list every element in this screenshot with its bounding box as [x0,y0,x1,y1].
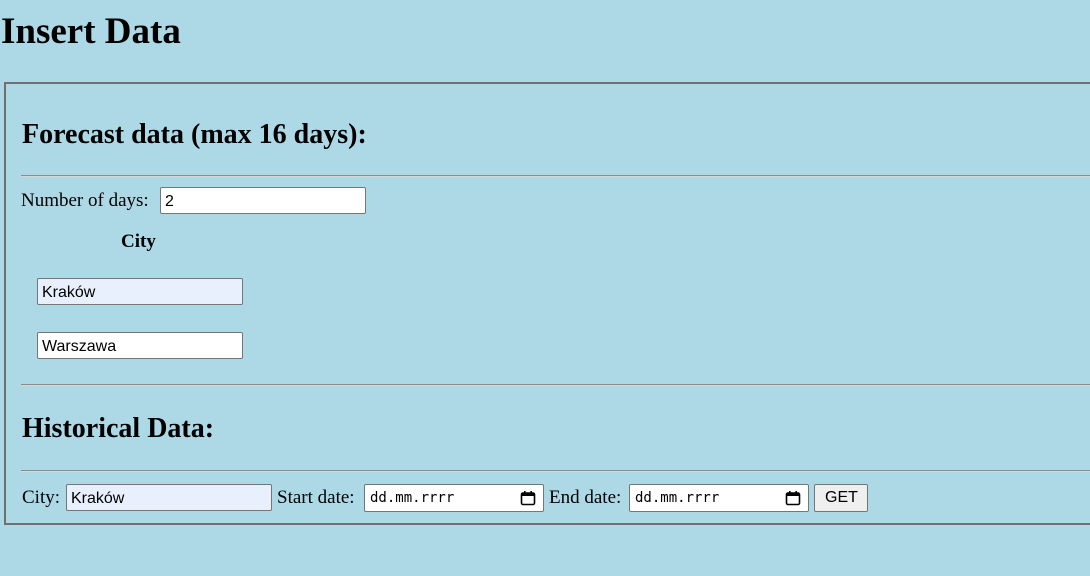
forecast-divider [21,175,1090,177]
historical-city-input[interactable]: Kraków [66,484,272,511]
page-title: Insert Data [1,11,181,52]
end-date-input[interactable]: dd.mm.rrrr [629,484,809,512]
form-panel: Forecast data (max 16 days): Number of d… [4,82,1090,525]
days-input[interactable]: 2 [160,187,366,214]
end-date-placeholder: dd.mm.rrrr [635,490,720,506]
days-label: Number of days: [21,190,149,211]
historical-city-label: City: [22,487,61,508]
historical-section-title: Historical Data: [22,413,215,444]
historical-divider [21,470,1090,472]
get-button[interactable]: GET [814,484,868,512]
calendar-icon[interactable] [785,490,801,506]
forecast-end-divider [21,384,1090,386]
forecast-section-title: Forecast data (max 16 days): [22,119,367,150]
forecast-city-input-2[interactable]: Warszawa [37,332,243,359]
start-date-placeholder: dd.mm.rrrr [370,490,455,506]
calendar-icon[interactable] [520,490,536,506]
start-date-label: Start date: [277,487,355,508]
city-column-header: City [121,231,156,252]
start-date-input[interactable]: dd.mm.rrrr [364,484,544,512]
forecast-city-input-1[interactable]: Kraków [37,278,243,305]
end-date-label: End date: [549,487,622,508]
